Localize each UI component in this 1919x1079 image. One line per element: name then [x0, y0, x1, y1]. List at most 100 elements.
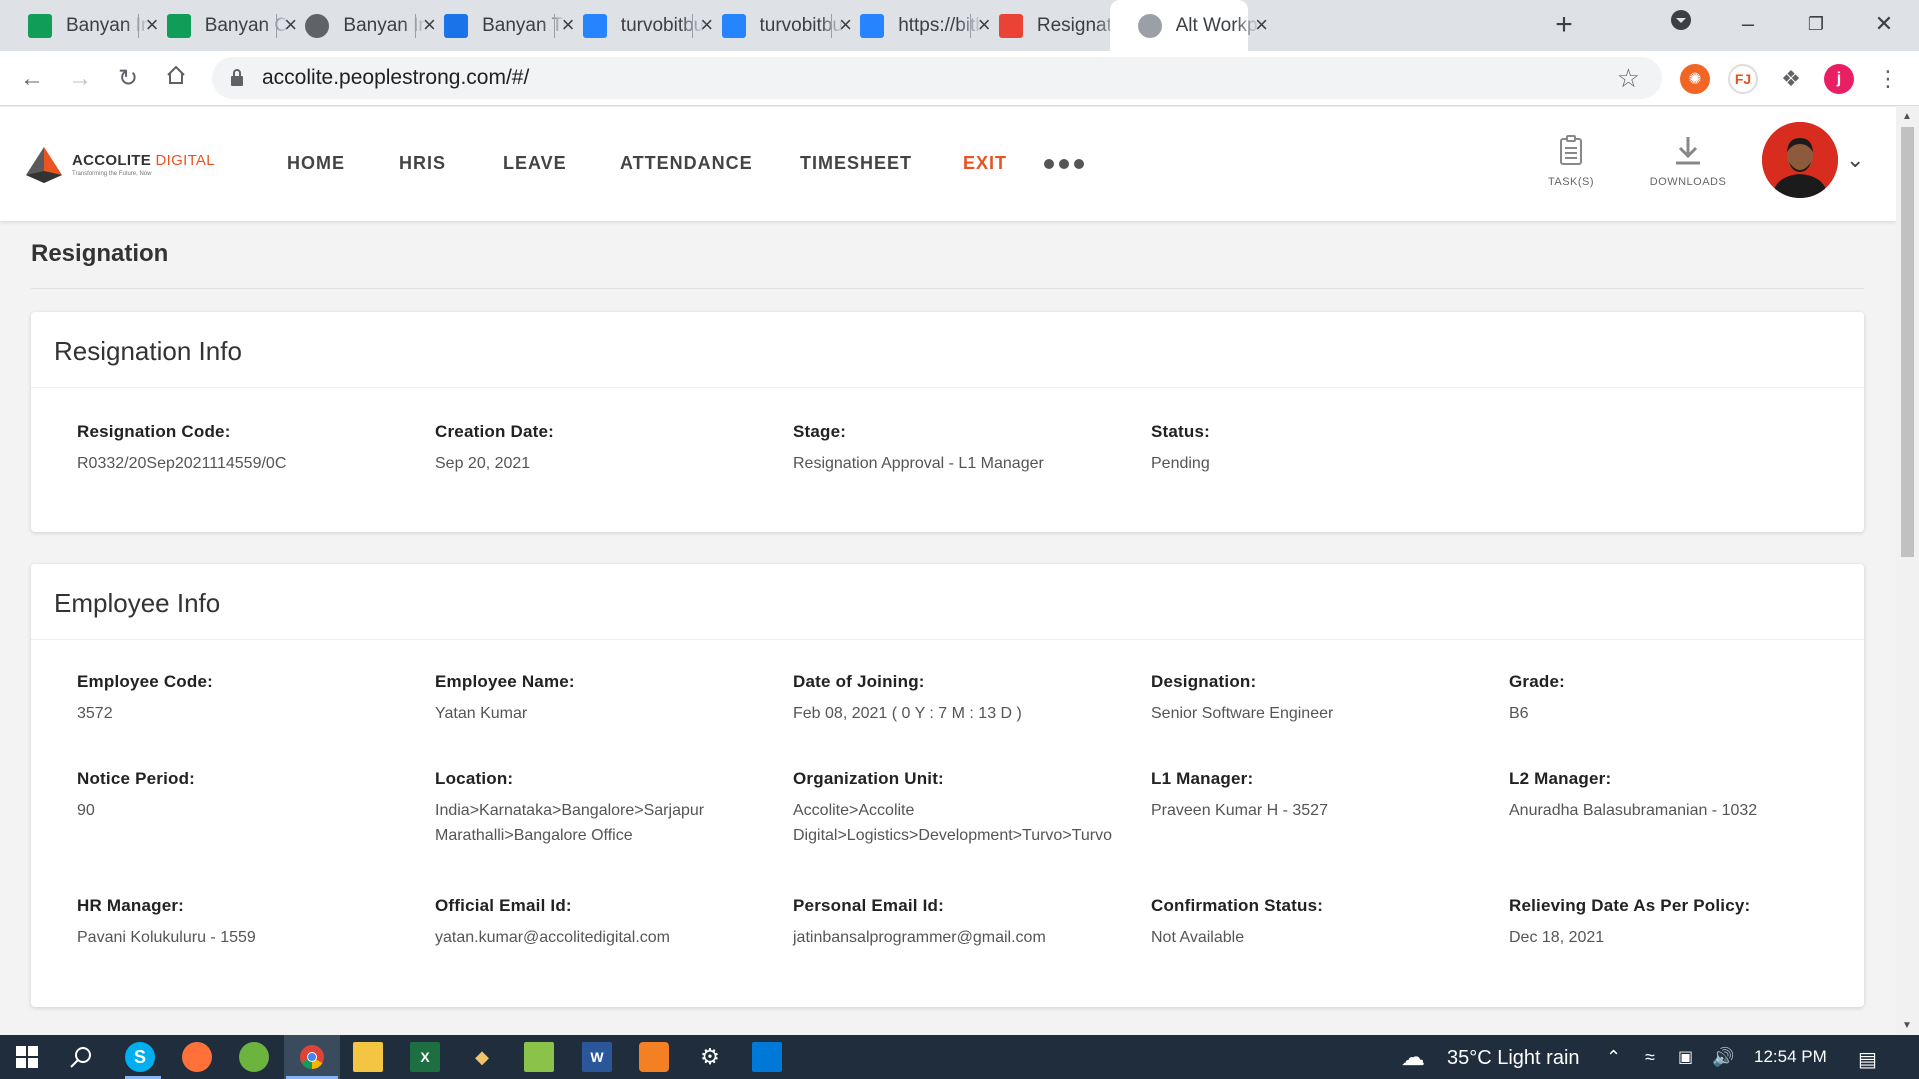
- firefox-icon[interactable]: [182, 1042, 212, 1072]
- bitbucket-icon: [582, 14, 607, 38]
- extension-icon[interactable]: FJ: [1728, 64, 1758, 94]
- field-label: L1 Manager:: [1151, 769, 1254, 788]
- field-label: Resignation Code:: [77, 422, 231, 441]
- more-menu-icon[interactable]: [1044, 159, 1084, 169]
- browser-tab[interactable]: Resignation×: [971, 0, 1129, 51]
- browser-tab-strip: Banyan Infrastructure×Banyan Connect×Ban…: [0, 0, 1919, 51]
- page-scrollbar[interactable]: ▲ ▼: [1896, 107, 1919, 1035]
- browser-tab[interactable]: Banyan Infrastructure×: [0, 0, 158, 51]
- resignation-info-card: Resignation Info Resignation Code: R0332/…: [31, 312, 1864, 532]
- info-field: Employee Code: 3572: [77, 672, 377, 726]
- scroll-up-icon[interactable]: ▲: [1902, 111, 1912, 122]
- weather-text[interactable]: 35°C Light rain: [1447, 1047, 1580, 1070]
- restore-icon[interactable]: ❐: [1796, 8, 1836, 40]
- git-icon[interactable]: ◆: [467, 1042, 497, 1072]
- downloads-button[interactable]: DOWNLOADS: [1643, 135, 1733, 188]
- info-field: Relieving Date As Per Policy: Dec 18, 202…: [1509, 896, 1809, 950]
- user-avatar[interactable]: [1762, 122, 1838, 198]
- browser-tab[interactable]: Banyan Infrastructure×: [277, 0, 436, 51]
- field-value: yatan.kumar@accolitedigital.com: [435, 929, 671, 946]
- tasks-button[interactable]: TASK(S): [1526, 135, 1616, 188]
- info-field: Location: India>Karnataka>Bangalore>Sarja…: [435, 769, 735, 848]
- info-field: Organization Unit: Accolite>Accolite Digi…: [793, 769, 1112, 848]
- browser-tab[interactable]: https://bitbucket×: [832, 0, 991, 51]
- lock-icon: [231, 69, 243, 86]
- field-label: Designation:: [1151, 672, 1257, 691]
- browser-tab[interactable]: turvobitbucket×: [694, 0, 852, 51]
- field-label: Grade:: [1509, 672, 1565, 691]
- logo-tagline: Transforming the Future, Now: [72, 171, 152, 177]
- bitbucket-icon: [860, 14, 885, 38]
- field-label: Stage:: [793, 422, 847, 441]
- search-icon[interactable]: [66, 1042, 96, 1072]
- menu-kebab-icon[interactable]: ⋮: [1872, 63, 1904, 95]
- field-value: Not Available: [1151, 929, 1245, 946]
- word-icon[interactable]: W: [582, 1042, 612, 1072]
- reload-icon[interactable]: ↻: [112, 63, 144, 95]
- settings-gear-icon[interactable]: ⚙: [695, 1042, 725, 1072]
- profile-avatar[interactable]: j: [1824, 64, 1854, 94]
- bookmark-star-icon[interactable]: ☆: [1617, 63, 1640, 93]
- skype-icon[interactable]: S: [125, 1042, 155, 1072]
- browser-tab[interactable]: Banyan Connect×: [139, 0, 297, 51]
- wifi-icon[interactable]: ≈: [1645, 1047, 1655, 1068]
- clock-time[interactable]: 12:54 PM: [1754, 1047, 1827, 1067]
- field-label: Employee Name:: [435, 672, 575, 691]
- close-window-icon[interactable]: ✕: [1864, 8, 1904, 40]
- company-logo[interactable]: ACCOLITE DIGITAL Transforming the Future…: [24, 145, 224, 185]
- employee-info-title: Employee Info: [54, 588, 221, 618]
- sts-icon[interactable]: [239, 1042, 269, 1072]
- cloud-rain-icon[interactable]: ☁: [1398, 1042, 1428, 1072]
- notifications-icon[interactable]: ▤: [1858, 1047, 1877, 1072]
- nav-attendance[interactable]: ATTENDANCE: [620, 153, 753, 174]
- scroll-down-icon[interactable]: ▼: [1902, 1020, 1912, 1031]
- extension-icon[interactable]: ✺: [1680, 64, 1710, 94]
- battery-icon[interactable]: ▣: [1678, 1047, 1693, 1067]
- nav-leave[interactable]: LEAVE: [503, 153, 567, 174]
- close-tab-icon[interactable]: ×: [1250, 13, 1274, 37]
- new-tab-button[interactable]: +: [1548, 10, 1580, 42]
- field-value: Praveen Kumar H - 3527: [1151, 802, 1328, 819]
- user-photo-icon: [1762, 122, 1838, 198]
- browser-tab[interactable]: turvobitbucket×: [555, 0, 713, 51]
- chrome-icon[interactable]: [297, 1042, 327, 1072]
- forward-icon[interactable]: →: [64, 63, 96, 95]
- windows-start-icon[interactable]: [12, 1042, 42, 1072]
- chevron-down-icon[interactable]: ⌄: [1846, 147, 1864, 173]
- photos-icon[interactable]: [752, 1042, 782, 1072]
- home-icon[interactable]: [160, 63, 192, 95]
- download-icon: [1676, 137, 1700, 165]
- field-value: 90: [77, 802, 95, 819]
- chevron-up-icon[interactable]: ⌃: [1606, 1047, 1621, 1068]
- excel-icon[interactable]: X: [410, 1042, 440, 1072]
- field-value: Senior Software Engineer: [1151, 705, 1334, 722]
- field-label: Relieving Date As Per Policy:: [1509, 896, 1751, 915]
- back-icon[interactable]: ←: [16, 63, 48, 95]
- field-value: jatinbansalprogrammer@gmail.com: [793, 929, 1046, 946]
- globe-icon: [305, 14, 330, 38]
- info-field: Resignation Code: R0332/20Sep2021114559/0…: [77, 422, 377, 476]
- nav-home[interactable]: HOME: [287, 153, 345, 174]
- minimize-icon[interactable]: –: [1728, 8, 1768, 40]
- notepadpp-icon[interactable]: [524, 1042, 554, 1072]
- extensions-puzzle-icon[interactable]: ❖: [1776, 64, 1806, 94]
- volume-icon[interactable]: 🔊: [1712, 1047, 1734, 1068]
- field-value: Sep 20, 2021: [435, 455, 531, 472]
- info-field: Employee Name: Yatan Kumar: [435, 672, 735, 726]
- nav-timesheet[interactable]: TIMESHEET: [800, 153, 912, 174]
- field-label: Date of Joining:: [793, 672, 925, 691]
- address-bar[interactable]: accolite.peoplestrong.com/#/ ☆: [212, 57, 1662, 99]
- app-header: ACCOLITE DIGITAL Transforming the Future…: [0, 107, 1896, 221]
- nav-hris[interactable]: HRIS: [399, 153, 446, 174]
- tab-search-icon[interactable]: [1661, 8, 1701, 40]
- divider: [31, 639, 1864, 640]
- file-explorer-icon[interactable]: [353, 1042, 383, 1072]
- browser-tab[interactable]: Alt Workplace×: [1109, 0, 1268, 51]
- nav-exit[interactable]: EXIT: [963, 153, 1007, 174]
- app-icon[interactable]: [639, 1042, 669, 1072]
- browser-tab[interactable]: Banyan Tracker×: [416, 0, 575, 51]
- tab-title: Alt Workplace: [1175, 15, 1260, 36]
- scrollbar-thumb[interactable]: [1901, 127, 1914, 557]
- field-value: Pavani Kolukuluru - 1559: [77, 929, 256, 946]
- field-label: Confirmation Status:: [1151, 896, 1324, 915]
